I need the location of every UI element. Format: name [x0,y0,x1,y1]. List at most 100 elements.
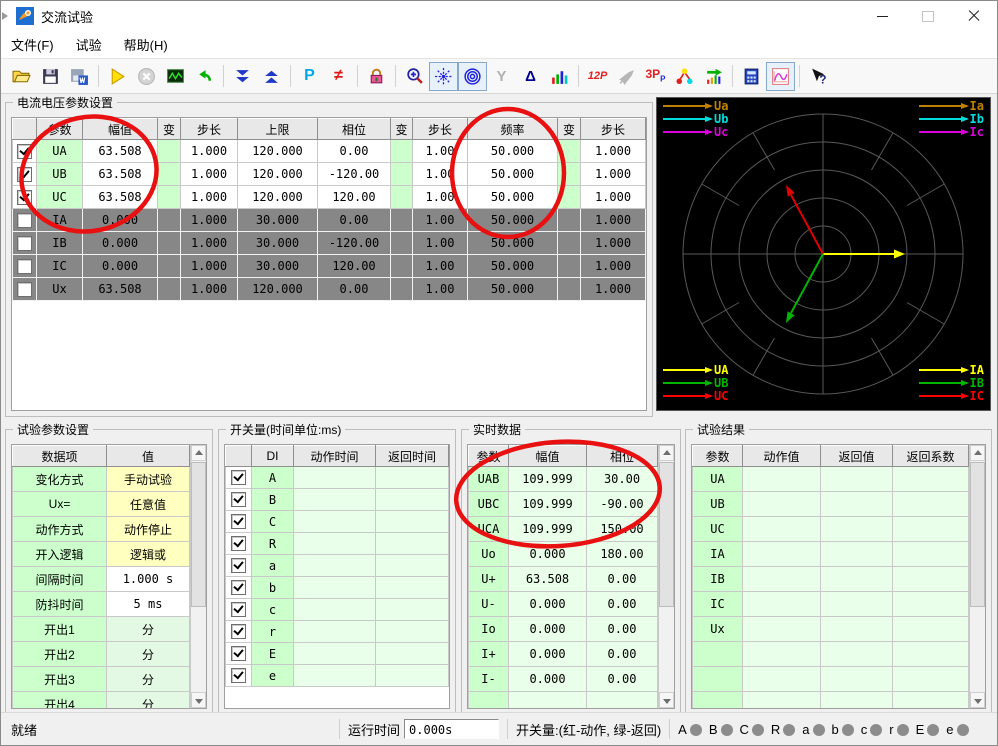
step-cell[interactable]: 1.000 [581,186,646,209]
phase-cell[interactable]: 120.00 [318,186,391,209]
zoom-button[interactable] [400,62,429,91]
step-cell[interactable]: 1.000 [181,163,238,186]
step-down-button[interactable] [228,62,257,91]
step-cell[interactable]: 1.00 [413,209,468,232]
freq-cell[interactable]: 50.000 [468,140,558,163]
freq-cell[interactable]: 50.000 [468,232,558,255]
amp-cell[interactable]: 63.508 [83,278,158,301]
vary-cell[interactable] [391,209,413,232]
value-cell[interactable]: 5 ms [107,592,190,617]
di-checkbox[interactable] [231,624,246,639]
step-cell[interactable]: 1.000 [181,232,238,255]
export-word-button[interactable] [65,62,94,91]
p-setting-button[interactable]: P [295,62,324,91]
limit-cell[interactable]: 30.000 [238,232,318,255]
step-cell[interactable]: 1.000 [581,209,646,232]
vary-cell[interactable] [391,232,413,255]
value-cell[interactable]: 逻辑或 [107,542,190,567]
freq-cell[interactable]: 50.000 [468,278,558,301]
step-cell[interactable]: 1.00 [413,255,468,278]
phase-cell[interactable]: 0.00 [318,209,391,232]
menu-item-help[interactable]: 帮助(H) [124,35,168,54]
row-checkbox[interactable] [17,259,32,274]
amp-cell[interactable]: 63.508 [83,186,158,209]
amp-cell[interactable]: 63.508 [83,140,158,163]
row-checkbox[interactable] [17,236,32,251]
vary-cell[interactable] [558,232,581,255]
vertical-scrollbar[interactable] [190,444,207,709]
vertical-scrollbar[interactable] [969,444,986,709]
row-checkbox[interactable] [17,167,32,182]
trend-button[interactable] [699,62,728,91]
vary-cell[interactable] [158,232,181,255]
amp-cell[interactable]: 0.000 [83,209,158,232]
phase-cell[interactable]: 0.00 [318,140,391,163]
vary-cell[interactable] [558,209,581,232]
wye-connection-button[interactable]: Y [487,62,516,91]
maximize-button[interactable] [905,1,951,31]
freq-cell[interactable]: 50.000 [468,186,558,209]
close-button[interactable] [951,1,997,31]
context-help-button[interactable]: ? [804,62,833,91]
step-up-button[interactable] [257,62,286,91]
vary-cell[interactable] [158,255,181,278]
value-cell[interactable]: 手动试验 [107,467,190,492]
step-cell[interactable]: 1.000 [181,186,238,209]
vary-cell[interactable] [158,140,181,163]
row-checkbox[interactable] [17,190,32,205]
open-button[interactable] [7,62,36,91]
step-cell[interactable]: 1.00 [413,232,468,255]
amp-cell[interactable]: 63.508 [83,163,158,186]
scrollbar-thumb[interactable] [191,462,206,607]
run-button[interactable] [103,62,132,91]
limit-cell[interactable]: 30.000 [238,209,318,232]
polar-grid-button[interactable] [458,62,487,91]
rays-view-button[interactable] [429,62,458,91]
not-equal-button[interactable]: ≠ [324,62,353,91]
scroll-up-button[interactable] [659,445,674,461]
row-checkbox[interactable] [17,213,32,228]
save-button[interactable] [36,62,65,91]
step-cell[interactable]: 1.000 [181,140,238,163]
vector-group-button[interactable] [670,62,699,91]
freq-cell[interactable]: 50.000 [468,209,558,232]
freq-cell[interactable]: 50.000 [468,255,558,278]
vary-cell[interactable] [391,255,413,278]
value-cell[interactable]: 分 [107,692,190,710]
vary-cell[interactable] [558,255,581,278]
row-checkbox[interactable] [17,144,32,159]
scroll-down-button[interactable] [970,692,985,708]
amp-cell[interactable]: 0.000 [83,255,158,278]
vary-cell[interactable] [158,209,181,232]
vary-cell[interactable] [158,163,181,186]
limit-cell[interactable]: 120.000 [238,186,318,209]
value-cell[interactable]: 1.000 s [107,567,190,592]
value-cell[interactable]: 分 [107,617,190,642]
phase-cell[interactable]: -120.00 [318,232,391,255]
menu-item-test[interactable]: 试验 [76,35,102,54]
wave-window-button[interactable] [766,62,795,91]
rocket-button[interactable] [612,62,641,91]
scroll-up-button[interactable] [970,445,985,461]
delta-connection-button[interactable]: Δ [516,62,545,91]
step-cell[interactable]: 1.00 [413,278,468,301]
phase-cell[interactable]: 120.00 [318,255,391,278]
step-cell[interactable]: 1.000 [181,255,238,278]
vary-cell[interactable] [391,140,413,163]
scroll-down-button[interactable] [191,692,206,708]
phase-cell[interactable]: -120.00 [318,163,391,186]
step-cell[interactable]: 1.000 [581,163,646,186]
step-cell[interactable]: 1.000 [181,209,238,232]
value-cell[interactable]: 任意值 [107,492,190,517]
di-checkbox[interactable] [231,470,246,485]
value-cell[interactable]: 动作停止 [107,517,190,542]
amp-cell[interactable]: 0.000 [83,232,158,255]
bar-display-button[interactable] [545,62,574,91]
vary-cell[interactable] [391,186,413,209]
step-cell[interactable]: 1.000 [581,140,646,163]
vary-cell[interactable] [558,140,581,163]
di-checkbox[interactable] [231,602,246,617]
di-checkbox[interactable] [231,668,246,683]
step-cell[interactable]: 1.000 [581,255,646,278]
vary-cell[interactable] [158,186,181,209]
